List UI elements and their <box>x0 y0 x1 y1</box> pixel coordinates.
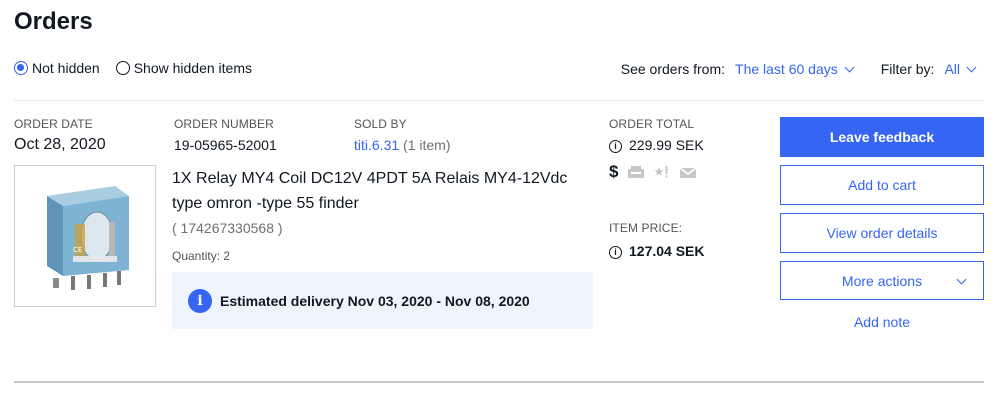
leave-feedback-button[interactable]: Leave feedback <box>780 117 984 157</box>
relay-image: CE <box>47 186 129 290</box>
item-id: ( 174267330568 ) <box>172 220 283 236</box>
order-date-label: ORDER DATE <box>14 117 93 131</box>
info-icon[interactable]: i <box>609 139 622 153</box>
more-actions-label: More actions <box>841 272 923 289</box>
show-hidden-label: Show hidden items <box>133 60 253 76</box>
filter-value: All <box>944 61 960 77</box>
svg-text:CE: CE <box>73 246 82 254</box>
info-icon: i <box>188 288 212 313</box>
order-number: 19-05965-52001 <box>174 137 277 153</box>
see-orders-label: See orders from: <box>620 61 726 77</box>
seller-info: titi.6.31 (1 item) <box>354 137 450 153</box>
not-hidden-label: Not hidden <box>32 60 100 76</box>
envelope-icon <box>680 167 697 178</box>
delivery-banner: i Estimated delivery Nov 03, 2020 - Nov … <box>172 272 593 329</box>
chevron-down-icon <box>844 62 855 73</box>
feedback-star-icon <box>654 166 668 178</box>
item-count: (1 item) <box>403 137 451 153</box>
item-price-value: 127.04 SEK <box>629 243 705 259</box>
add-to-cart-button[interactable]: Add to cart <box>780 165 984 205</box>
info-icon[interactable]: i <box>609 245 622 259</box>
visibility-radio-group: Not hidden Show hidden items <box>14 60 252 76</box>
dollar-icon: $ <box>609 162 619 181</box>
page-title: Orders <box>14 8 93 35</box>
not-hidden-radio[interactable]: Not hidden <box>14 60 100 76</box>
order-filters: See orders from: The last 60 days Filter… <box>620 61 977 77</box>
add-note-link[interactable]: Add note <box>780 314 984 330</box>
chevron-down-icon <box>956 274 967 285</box>
item-price: i 127.04 SEK <box>609 243 705 259</box>
radio-checked-icon[interactable] <box>14 61 28 75</box>
see-orders-filter: See orders from: The last 60 days <box>620 61 855 77</box>
filter-dropdown[interactable]: All <box>944 61 977 77</box>
shipped-icon <box>628 166 645 178</box>
delivery-estimate: Estimated delivery Nov 03, 2020 - Nov 08… <box>220 292 530 309</box>
more-actions-button[interactable]: More actions <box>780 261 984 300</box>
item-thumbnail[interactable]: CE <box>14 165 156 307</box>
order-total: i 229.99 SEK <box>609 137 704 153</box>
order-total-label: ORDER TOTAL <box>609 117 695 131</box>
order-number-label: ORDER NUMBER <box>174 117 274 131</box>
period-value: The last 60 days <box>735 61 838 77</box>
show-hidden-radio[interactable]: Show hidden items <box>115 60 253 76</box>
period-dropdown[interactable]: The last 60 days <box>735 61 855 77</box>
item-price-label: ITEM PRICE: <box>609 221 683 235</box>
divider <box>14 100 984 101</box>
divider <box>14 381 984 383</box>
radio-unchecked-icon[interactable] <box>115 61 130 75</box>
view-order-details-button[interactable]: View order details <box>780 213 984 253</box>
seller-link[interactable]: titi.6.31 <box>354 137 399 153</box>
sold-by-label: SOLD BY <box>354 117 407 131</box>
chevron-down-icon <box>966 62 977 73</box>
status-icons: $ <box>609 162 697 182</box>
item-title-link[interactable]: 1X Relay MY4 Coil DC12V 4PDT 5A Relais M… <box>172 166 592 216</box>
filter-by: Filter by: All <box>880 61 977 77</box>
item-quantity: Quantity: 2 <box>172 249 231 263</box>
order-date: Oct 28, 2020 <box>14 136 106 153</box>
order-total-value: 229.99 SEK <box>629 137 704 153</box>
filter-by-label: Filter by: <box>880 61 935 77</box>
